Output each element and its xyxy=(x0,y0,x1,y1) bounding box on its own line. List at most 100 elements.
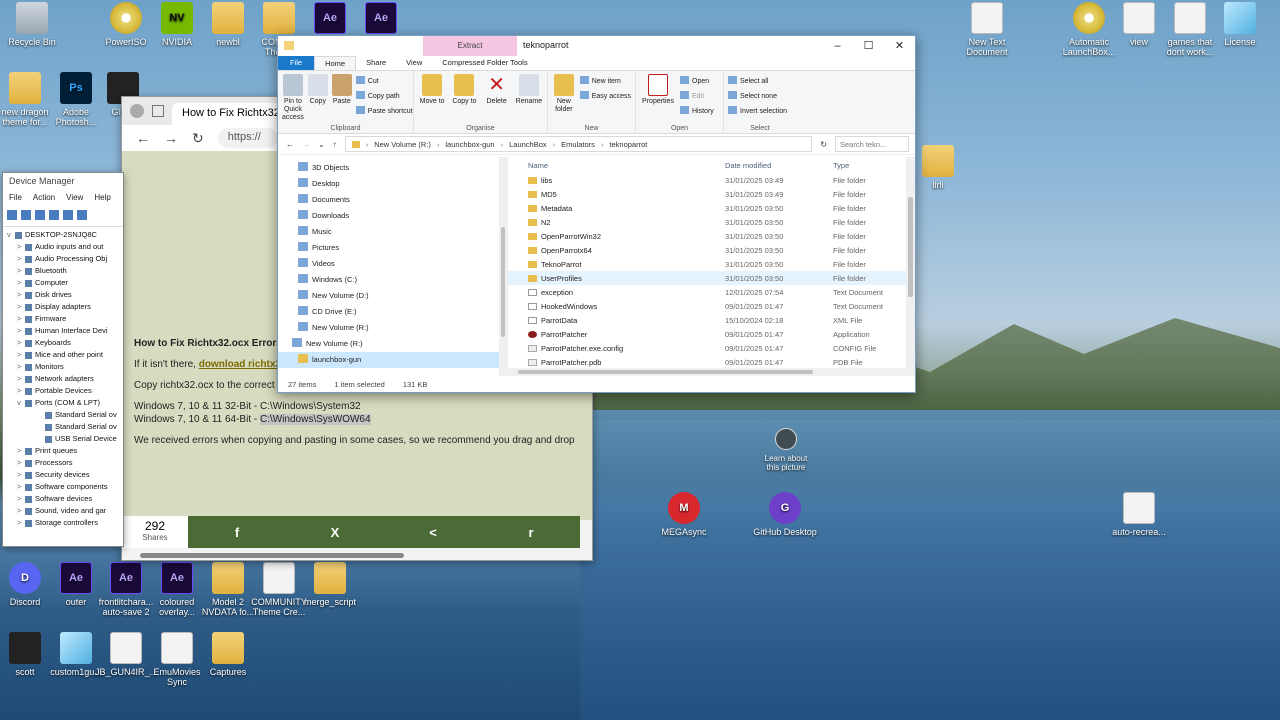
up-icon[interactable]: ↑ xyxy=(333,140,337,149)
tab-share[interactable]: Share xyxy=(356,56,396,70)
desktop-icon[interactable]: Captures xyxy=(196,632,260,677)
browser-tab[interactable]: How to Fix Richtx32.o xyxy=(172,103,282,125)
nav-item[interactable]: New Volume (R:) xyxy=(278,320,507,336)
monitor-icon[interactable] xyxy=(77,210,87,220)
collapse-icon[interactable]: v xyxy=(17,397,25,409)
nav-item[interactable]: Videos xyxy=(278,256,507,272)
select-all-button[interactable]: Select all xyxy=(728,75,787,88)
paste-shortcut-button[interactable]: Paste shortcut xyxy=(356,105,413,118)
column-date-modified[interactable]: Date modified xyxy=(725,161,833,170)
file-row[interactable]: HookedWindows 09/01/2025 01:47 Text Docume… xyxy=(508,299,915,313)
breadcrumb-segment[interactable]: Emulators xyxy=(561,140,595,149)
menu-view[interactable]: View xyxy=(66,193,83,205)
tab-home[interactable]: Home xyxy=(314,56,357,70)
device-category[interactable]: > Sound, video and gar xyxy=(7,505,123,517)
extract-context-tab[interactable]: Extract xyxy=(423,36,517,56)
nav-item[interactable]: New Volume (D:) xyxy=(278,288,507,304)
address-bar[interactable]: https:// xyxy=(217,128,278,148)
nav-item[interactable]: Pictures xyxy=(278,240,507,256)
expand-icon[interactable]: > xyxy=(17,277,25,289)
file-row[interactable]: MD5 31/01/2025 03:49 File folder xyxy=(508,187,915,201)
menu-action[interactable]: Action xyxy=(33,193,55,205)
file-row[interactable]: UserProfiles 31/01/2025 03:50 File folder xyxy=(508,271,915,285)
desktop-icon[interactable]: Ae xyxy=(349,2,413,37)
device-category[interactable]: v Ports (COM & LPT) xyxy=(7,397,123,409)
copy-path-button[interactable]: Copy path xyxy=(356,90,413,103)
desktop-icon[interactable]: New Text Document xyxy=(955,2,1019,57)
nav-item[interactable]: New Volume (R:) xyxy=(278,336,507,352)
facebook-share-button[interactable]: f xyxy=(188,516,286,548)
expand-icon[interactable]: > xyxy=(17,313,25,325)
device-category[interactable]: > Audio Processing Obj xyxy=(7,253,123,265)
nav-item[interactable]: Documents xyxy=(278,192,507,208)
device-category[interactable]: > Keyboards xyxy=(7,337,123,349)
expand-icon[interactable]: > xyxy=(17,337,25,349)
expand-icon[interactable]: > xyxy=(17,469,25,481)
device-category[interactable]: > Bluetooth xyxy=(7,265,123,277)
desktop-icon[interactable]: License xyxy=(1208,2,1272,47)
breadcrumb-segment[interactable]: New Volume (R:) xyxy=(374,140,431,149)
minimize-button[interactable]: – xyxy=(822,36,853,56)
nav-item[interactable]: Windows (C:) xyxy=(278,272,507,288)
expand-icon[interactable]: > xyxy=(17,517,25,529)
tree-root[interactable]: v DESKTOP-2SNJQ8C xyxy=(7,229,123,241)
share-button[interactable]: < xyxy=(384,516,482,548)
search-box[interactable]: Search tekn... xyxy=(835,136,909,152)
breadcrumb-segment[interactable]: LaunchBox xyxy=(509,140,547,149)
nav-item[interactable]: CD Drive (E:) xyxy=(278,304,507,320)
expand-icon[interactable]: > xyxy=(17,289,25,301)
expand-icon[interactable]: > xyxy=(17,361,25,373)
edit-button[interactable]: Edit xyxy=(680,90,714,103)
device-category[interactable]: > Firmware xyxy=(7,313,123,325)
invert-selection-button[interactable]: Invert selection xyxy=(728,105,787,118)
tab-actions-icon[interactable] xyxy=(152,105,164,117)
device-category[interactable]: > Processors xyxy=(7,457,123,469)
back-icon[interactable]: ← xyxy=(136,130,150,146)
menu-file[interactable]: File xyxy=(9,193,22,205)
desktop-icon[interactable]: auto-recrea... xyxy=(1107,492,1171,537)
expand-icon[interactable]: > xyxy=(17,265,25,277)
scan-icon[interactable] xyxy=(63,210,73,220)
learn-about-picture[interactable]: Learn about this picture xyxy=(760,428,812,472)
device-category[interactable]: > Audio inputs and out xyxy=(7,241,123,253)
forward-icon[interactable] xyxy=(21,210,31,220)
device-category[interactable]: > Storage controllers xyxy=(7,517,123,529)
tab-compressed-folder-tools[interactable]: Compressed Folder Tools xyxy=(432,56,537,70)
expand-icon[interactable]: > xyxy=(17,385,25,397)
expand-icon[interactable]: > xyxy=(17,325,25,337)
chevron-right-icon[interactable]: › xyxy=(437,140,440,149)
nav-scrollbar[interactable] xyxy=(499,157,507,376)
maximize-button[interactable]: ☐ xyxy=(853,36,884,56)
device-category[interactable]: > Network adapters xyxy=(7,373,123,385)
new-item-button[interactable]: New item xyxy=(580,75,631,88)
expand-icon[interactable]: > xyxy=(17,373,25,385)
tab-view[interactable]: View xyxy=(396,56,432,70)
easy-access-button[interactable]: Easy access xyxy=(580,90,631,103)
expand-icon[interactable]: > xyxy=(17,253,25,265)
device-category[interactable]: > Portable Devices xyxy=(7,385,123,397)
device-category[interactable]: > Human Interface Devi xyxy=(7,325,123,337)
expand-icon[interactable]: > xyxy=(17,445,25,457)
file-row[interactable]: TeknoParrot 31/01/2025 03:50 File folder xyxy=(508,257,915,271)
device-category[interactable]: > Software components xyxy=(7,481,123,493)
back-icon[interactable] xyxy=(7,210,17,220)
column-type[interactable]: Type xyxy=(833,161,903,170)
desktop-icon[interactable]: G GitHub Desktop xyxy=(753,492,817,537)
desktop-icon[interactable]: Recycle Bin xyxy=(0,2,64,47)
expand-icon[interactable]: > xyxy=(17,241,25,253)
device-category[interactable]: > Software devices xyxy=(7,493,123,505)
chevron-right-icon[interactable]: › xyxy=(601,140,604,149)
device-category[interactable]: > Display adapters xyxy=(7,301,123,313)
refresh-icon[interactable]: ↻ xyxy=(192,130,204,147)
open-button[interactable]: Open xyxy=(680,75,714,88)
file-row[interactable]: libs 31/01/2025 03:49 File folder xyxy=(508,173,915,187)
file-row[interactable]: ParrotPatcher 09/01/2025 01:47 Application xyxy=(508,327,915,341)
desktop-icon[interactable]: merge_script xyxy=(298,562,362,607)
x-share-button[interactable]: X xyxy=(286,516,384,548)
breadcrumb-segment[interactable]: teknoparrot xyxy=(609,140,647,149)
expand-icon[interactable]: > xyxy=(17,349,25,361)
file-row[interactable]: OpenParrotx64 31/01/2025 03:50 File folder xyxy=(508,243,915,257)
chevron-right-icon[interactable]: › xyxy=(553,140,556,149)
file-row[interactable]: ParrotPatcher.exe.config 09/01/2025 01:47… xyxy=(508,341,915,355)
properties-icon[interactable] xyxy=(35,210,45,220)
